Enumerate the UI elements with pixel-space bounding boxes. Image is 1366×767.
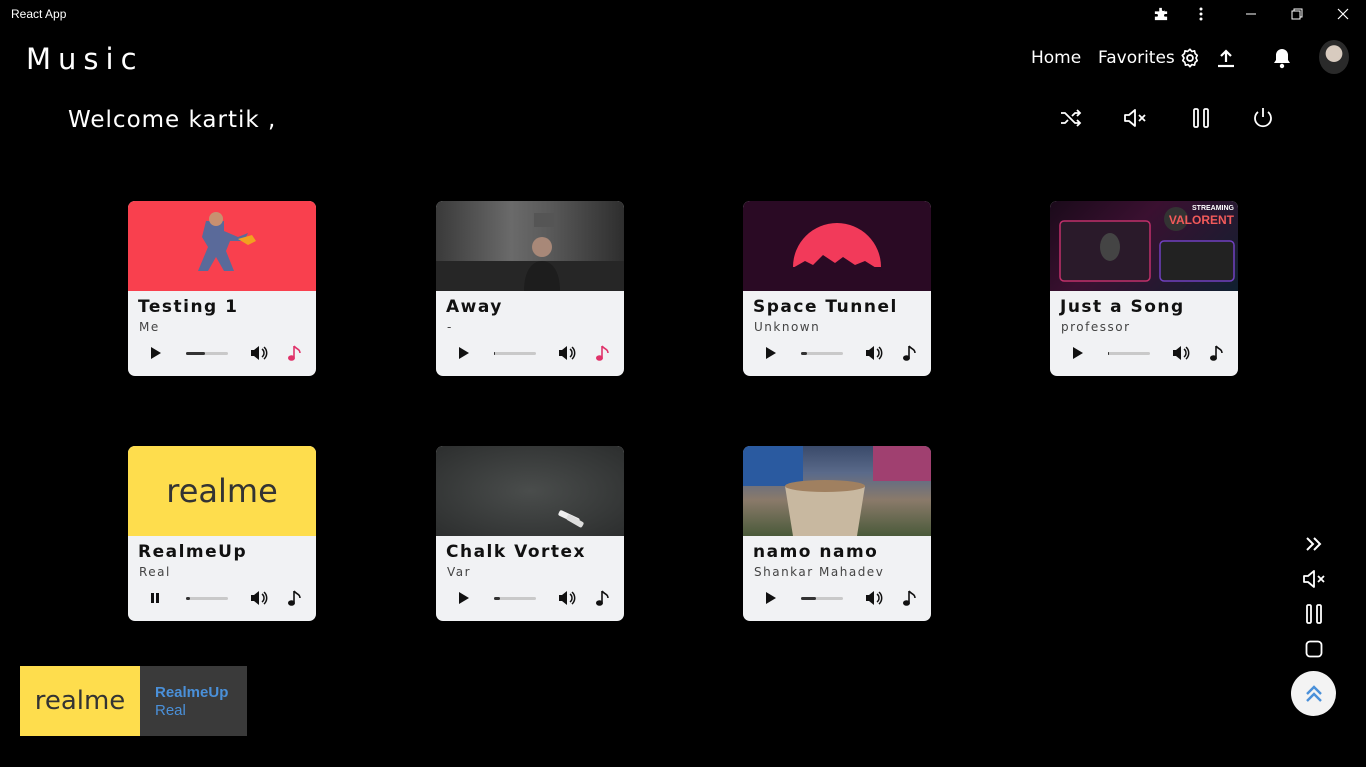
avatar[interactable] [1319,40,1349,74]
nav-home[interactable]: Home [1031,48,1081,68]
restore-icon[interactable] [1287,4,1307,24]
volume-icon[interactable] [1172,345,1190,361]
progress-bar[interactable] [801,352,843,355]
song-card[interactable]: namo namo Shankar Mahadev [743,446,931,621]
progress-bar[interactable] [1108,352,1150,355]
pause-icon[interactable] [1187,104,1215,132]
song-card[interactable]: Space Tunnel Unknown [743,201,931,376]
song-artist: Shankar Mahadev [754,565,885,579]
song-thumbnail [743,201,931,291]
note-icon[interactable] [595,589,611,607]
mini-player-title: RealmeUp [155,684,229,701]
volume-icon[interactable] [558,590,576,606]
progress-bar[interactable] [186,597,228,600]
volume-icon[interactable] [865,590,883,606]
side-mute-icon[interactable] [1302,567,1326,591]
double-chevron-up-icon [1305,684,1322,702]
progress-bar[interactable] [186,352,228,355]
song-card[interactable]: Away - [436,201,624,376]
progress-bar[interactable] [494,597,536,600]
play-icon[interactable] [148,346,162,360]
pause-icon[interactable] [148,591,162,605]
shuffle-icon[interactable] [1057,104,1085,132]
mini-player-info: RealmeUp Real [140,666,247,736]
song-artist: - [447,320,453,334]
song-thumbnail [743,446,931,536]
song-card[interactable]: Testing 1 Me [128,201,316,376]
side-pause-icon[interactable] [1302,602,1326,626]
play-icon[interactable] [1070,346,1084,360]
song-title: RealmeUp [138,542,248,562]
song-artist: Me [139,320,160,334]
thumb-text-realme: realme [166,472,278,510]
song-title: Testing 1 [138,297,239,317]
volume-icon[interactable] [558,345,576,361]
progress-bar[interactable] [494,352,536,355]
play-icon[interactable] [456,346,470,360]
upload-icon[interactable] [1214,46,1238,70]
mute-icon[interactable] [1121,104,1149,132]
mini-player-logo: realme [34,686,126,716]
play-icon[interactable] [456,591,470,605]
song-thumbnail [128,201,316,291]
song-card[interactable]: STREAMING VALORENT Just a Song professor [1050,201,1238,376]
next-icon[interactable] [1302,532,1326,556]
song-title: Space Tunnel [753,297,898,317]
mini-player[interactable]: realme RealmeUp Real [20,666,247,736]
welcome-message: Welcome kartik , [68,107,277,133]
nav-favorites[interactable]: Favorites [1098,48,1175,68]
volume-icon[interactable] [250,345,268,361]
song-thumbnail: STREAMING VALORENT [1050,201,1238,291]
extensions-icon[interactable] [1151,4,1171,24]
mini-player-artist: Real [155,702,186,719]
more-vertical-icon[interactable] [1191,4,1211,24]
close-icon[interactable] [1333,4,1353,24]
note-icon[interactable] [1209,344,1225,362]
note-icon[interactable] [287,589,303,607]
favorite-note-icon[interactable] [595,344,611,362]
song-card[interactable]: Chalk Vortex Var [436,446,624,621]
song-thumbnail [436,446,624,536]
song-artist: Var [447,565,472,579]
bell-icon[interactable] [1270,46,1294,70]
thumb-text-valorent: VALORENT [1168,213,1234,227]
volume-icon[interactable] [865,345,883,361]
note-icon[interactable] [902,344,918,362]
song-title: Just a Song [1060,297,1185,317]
song-title: Away [446,297,503,317]
power-icon[interactable] [1249,104,1277,132]
stop-icon[interactable] [1302,637,1326,661]
song-artist: Unknown [754,320,821,334]
mini-player-thumbnail: realme [20,666,140,736]
minimize-icon[interactable] [1241,4,1261,24]
note-icon[interactable] [902,589,918,607]
settings-icon[interactable] [1178,46,1202,70]
volume-icon[interactable] [250,590,268,606]
thumb-text-streaming: STREAMING [1192,205,1234,212]
scroll-to-top-button[interactable] [1291,671,1336,716]
window-title: React App [11,7,67,21]
song-artist: Real [139,565,171,579]
brand-logo[interactable]: Music [26,42,144,76]
window-titlebar: React App [0,0,1366,28]
song-thumbnail: realme [128,446,316,536]
favorite-note-icon[interactable] [287,344,303,362]
progress-bar[interactable] [801,597,843,600]
song-title: Chalk Vortex [446,542,587,562]
song-artist: professor [1061,320,1131,334]
play-icon[interactable] [763,346,777,360]
song-thumbnail [436,201,624,291]
song-title: namo namo [753,542,879,562]
song-card[interactable]: realme RealmeUp Real [128,446,316,621]
play-icon[interactable] [763,591,777,605]
